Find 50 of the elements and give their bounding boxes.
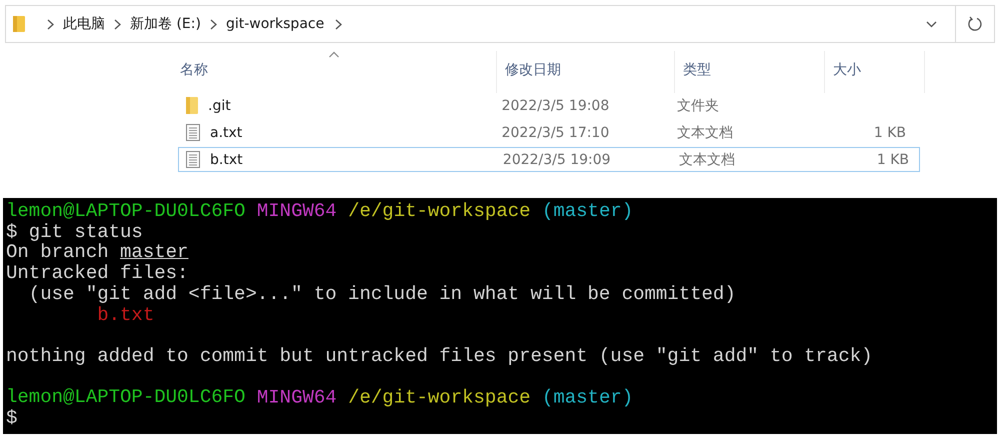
terminal-text: Untracked files: <box>6 262 188 284</box>
refresh-button[interactable] <box>955 5 995 43</box>
file-row[interactable]: .git 2022/3/5 19:08 文件夹 <box>172 93 917 118</box>
text-file-icon <box>186 124 200 141</box>
terminal-text: On branch <box>6 241 109 264</box>
column-header[interactable]: 名称 <box>172 51 497 93</box>
file-size: 1 KB <box>876 152 909 168</box>
column-header[interactable]: 修改日期 <box>497 51 675 93</box>
chevron-icon[interactable] <box>210 18 217 30</box>
dropdown-icon[interactable] <box>926 20 937 28</box>
prompt-path: /e/git-workspace <box>348 386 531 408</box>
refresh-icon <box>967 16 983 32</box>
breadcrumb[interactable]: git-workspace <box>226 16 324 32</box>
column-header[interactable]: 大小 <box>825 51 925 93</box>
prompt-branch: (master) <box>542 200 634 222</box>
prompt-host: MINGW64 <box>256 386 337 408</box>
modified-date: 2022/3/5 19:08 <box>502 98 610 114</box>
chevron-icon[interactable] <box>335 18 342 30</box>
sort-up-icon <box>328 51 340 58</box>
file-name: a.txt <box>210 124 242 140</box>
chevron-icon[interactable] <box>47 18 54 30</box>
folder-icon <box>13 15 25 33</box>
prompt-user: lemon@LAPTOP-DU0LC6FO <box>6 385 246 408</box>
text-file-icon <box>186 151 200 168</box>
terminal-text: $ <box>6 407 18 429</box>
file-type: 文本文档 <box>679 150 736 168</box>
chevron-icon[interactable] <box>114 18 121 30</box>
prompt-path: /e/git-workspace <box>348 200 531 222</box>
prompt-branch: (master) <box>542 386 634 408</box>
file-name: .git <box>208 98 231 114</box>
file-name: b.txt <box>210 152 243 168</box>
file-row[interactable]: a.txt 2022/3/5 17:10 文本文档 1 KB <box>172 120 917 145</box>
terminal-text: $ git status <box>6 220 143 243</box>
file-size: 1 KB <box>874 124 906 140</box>
breadcrumb[interactable]: 新加卷 (E:) <box>130 15 201 33</box>
folder-icon <box>186 97 198 114</box>
untracked-file: b.txt <box>96 304 154 326</box>
prompt-user: lemon@LAPTOP-DU0LC6FO <box>6 200 246 222</box>
terminal-text: nothing added to commit but untracked files present (use "git add" to track) <box>6 344 873 367</box>
modified-date: 2022/3/5 17:10 <box>502 124 610 140</box>
breadcrumb[interactable]: 此电脑 <box>63 15 105 33</box>
address-bar[interactable]: 此电脑 新加卷 (E:) git-workspace <box>5 5 955 43</box>
file-type: 文本文档 <box>677 124 734 142</box>
file-type: 文件夹 <box>677 96 720 114</box>
column-header[interactable]: 类型 <box>675 51 825 93</box>
modified-date: 2022/3/5 19:09 <box>502 152 611 168</box>
file-row[interactable]: b.txt 2022/3/5 19:09 文本文档 1 KB <box>178 147 920 172</box>
prompt-host: MINGW64 <box>256 200 337 222</box>
terminal-text: (use "git add <file>..." to include in what will be committed) <box>28 282 736 305</box>
branch-name: master <box>120 241 188 264</box>
